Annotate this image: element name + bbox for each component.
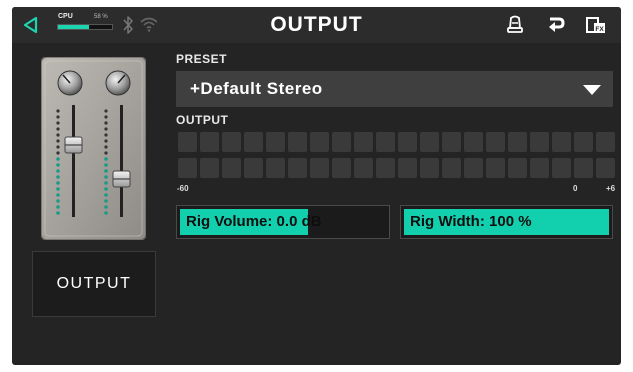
meter-segment <box>178 132 197 152</box>
meter-segment <box>508 158 528 178</box>
undo-icon[interactable] <box>546 15 566 35</box>
meter-segment <box>574 158 594 178</box>
top-bar: CPU 58 % OUTPUT FX <box>12 7 621 43</box>
meter-segment <box>178 158 197 178</box>
meter-segment <box>244 132 263 152</box>
output-module-image[interactable] <box>41 57 146 240</box>
rig-width-label: Rig Width: 100 % <box>410 213 532 230</box>
meter-segment <box>508 132 528 152</box>
meter-segment <box>354 132 373 152</box>
meter-segment <box>596 158 616 178</box>
meter-segment <box>222 132 241 152</box>
meter-segment <box>552 132 572 152</box>
meter-segment <box>420 132 439 152</box>
meter-segment <box>574 132 594 152</box>
meter-segment <box>376 132 395 152</box>
meter-segment <box>596 132 616 152</box>
meter-segment <box>200 158 219 178</box>
meter-segment <box>244 158 263 178</box>
meter-segment <box>222 158 241 178</box>
meter-segment <box>530 132 550 152</box>
meter-segment <box>398 132 417 152</box>
meter-segment <box>354 158 373 178</box>
chevron-down-icon <box>583 85 601 95</box>
fx-list-icon[interactable]: FX <box>586 15 606 35</box>
meter-segment <box>288 132 307 152</box>
device-screen: CPU 58 % OUTPUT FX OUTPUT PRESET +Defaul… <box>12 7 621 365</box>
meter-segment <box>266 132 285 152</box>
preset-label: PRESET <box>176 52 228 66</box>
meter-segment <box>200 132 219 152</box>
meter-segment <box>464 132 484 152</box>
meter-segment <box>310 158 329 178</box>
meter-segment <box>332 158 351 178</box>
meter-tick-min: -60 <box>177 184 189 193</box>
meter-tick-max: +6 <box>606 184 616 193</box>
meter-segment <box>332 132 351 152</box>
page-title: OUTPUT <box>270 13 363 36</box>
rig-volume-control[interactable]: Rig Volume: 0.0 dB <box>176 205 390 239</box>
rig-volume-label: Rig Volume: 0.0 dB <box>186 213 322 230</box>
preset-value: +Default Stereo <box>190 79 323 98</box>
svg-text:FX: FX <box>595 26 604 33</box>
meter-segment <box>420 158 439 178</box>
output-block-button[interactable]: OUTPUT <box>32 251 156 317</box>
meter-segment <box>530 158 550 178</box>
meter-segment <box>464 158 484 178</box>
preset-dropdown[interactable]: +Default Stereo <box>176 71 613 107</box>
rig-width-control[interactable]: Rig Width: 100 % <box>400 205 613 239</box>
meter-segment <box>288 158 307 178</box>
meter-segment <box>442 158 462 178</box>
meter-segment <box>376 158 395 178</box>
meter-segment <box>442 132 462 152</box>
tuner-icon[interactable] <box>505 15 525 35</box>
output-meter-label: OUTPUT <box>176 113 229 127</box>
meter-segment <box>398 158 417 178</box>
meter-segment <box>266 158 285 178</box>
output-meter-row-left <box>178 132 616 152</box>
meter-segment <box>486 158 506 178</box>
meter-segment <box>552 158 572 178</box>
meter-tick-zero: 0 <box>573 184 578 193</box>
meter-segment <box>486 132 506 152</box>
output-meter-row-right <box>178 158 616 178</box>
meter-segment <box>310 132 329 152</box>
